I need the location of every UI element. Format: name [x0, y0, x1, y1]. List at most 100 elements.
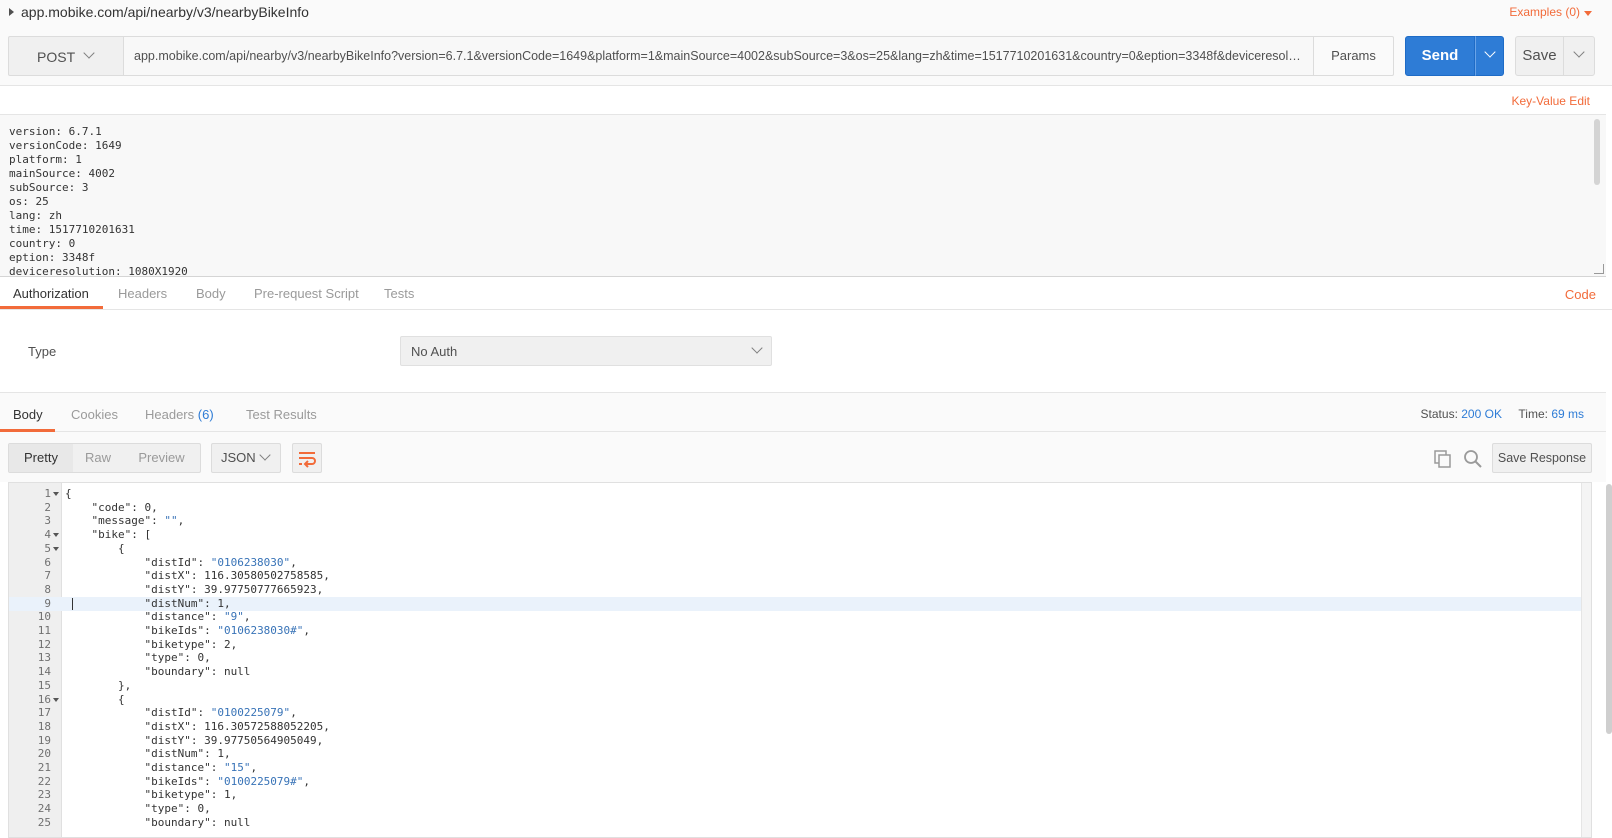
fold-toggle-icon[interactable]	[53, 546, 59, 551]
param-line: country: 0	[9, 237, 76, 250]
params-bulk-editor[interactable]: version: 6.7.1 versionCode: 1649 platform:…	[0, 114, 1606, 277]
tab-body[interactable]: Body	[196, 286, 226, 301]
fold-toggle-icon[interactable]	[53, 533, 59, 538]
param-line: versionCode: 1649	[9, 139, 122, 152]
code-text: "distY": 39.97750777665923,	[65, 582, 324, 596]
resize-handle-icon[interactable]	[1594, 264, 1604, 274]
code-line: 24 "type": 0,	[9, 802, 1585, 816]
code-line: 9 "distNum": 1,	[9, 596, 1585, 611]
code-line: 18 "distX": 116.30572588052205,	[9, 720, 1585, 734]
examples-caret-icon[interactable]	[1584, 11, 1592, 16]
save-button[interactable]: Save	[1515, 36, 1564, 76]
line-number: 8	[44, 582, 51, 596]
save-options-button[interactable]	[1563, 36, 1595, 76]
key-value-edit-link[interactable]: Key-Value Edit	[1512, 94, 1591, 108]
examples-dropdown[interactable]: Examples (0)	[1509, 5, 1580, 19]
code-line: 21 "distance": "15",	[9, 761, 1585, 775]
chevron-down-icon	[83, 47, 95, 59]
code-scrollbar[interactable]	[1581, 483, 1591, 837]
param-line: version: 6.7.1	[9, 125, 102, 138]
code-text: "distId": "0106238030",	[65, 555, 297, 569]
active-tab-indicator	[0, 306, 103, 309]
code-text: "distY": 39.97750564905049,	[65, 733, 324, 747]
view-pretty-button[interactable]: Pretty	[9, 444, 73, 472]
code-line: 22 "bikeIds": "0100225079#",	[9, 775, 1585, 789]
code-text: {	[65, 692, 125, 706]
tab-tests[interactable]: Tests	[384, 286, 414, 301]
code-text: {	[65, 487, 72, 500]
line-number: 10	[37, 610, 51, 624]
line-number: 14	[37, 665, 51, 679]
code-text: "distNum": 1,	[65, 747, 231, 761]
status-value: 200 OK	[1461, 407, 1502, 421]
wrap-lines-button[interactable]	[292, 443, 322, 473]
text-cursor	[72, 597, 73, 610]
line-number: 3	[44, 514, 51, 528]
request-tabs: Authorization Headers Body Pre-request S…	[0, 277, 1612, 310]
code-link[interactable]: Code	[1565, 287, 1596, 302]
expand-caret-icon[interactable]	[9, 8, 14, 16]
auth-type-select[interactable]: No Auth	[400, 336, 772, 366]
code-text: "bike": [	[65, 528, 152, 542]
tab-cookies[interactable]: Cookies	[71, 407, 118, 422]
search-icon[interactable]	[1463, 449, 1483, 469]
line-number: 7	[44, 569, 51, 583]
params-button[interactable]: Params	[1313, 36, 1394, 76]
code-text: "distance": "15",	[65, 761, 258, 774]
line-number: 2	[44, 500, 51, 514]
code-text: "message": "",	[65, 514, 185, 528]
method-select[interactable]: POST	[8, 36, 124, 76]
line-number: 13	[37, 651, 51, 665]
line-number: 1	[44, 487, 51, 500]
line-number: 25	[37, 815, 51, 829]
line-number: 12	[37, 637, 51, 651]
tab-headers[interactable]: Headers	[118, 286, 167, 301]
chevron-down-icon	[1573, 46, 1585, 58]
code-text: "distX": 116.30580502758585,	[65, 569, 330, 583]
line-number: 15	[37, 678, 51, 692]
view-preview-button[interactable]: Preview	[123, 444, 200, 472]
code-text: "boundary": null	[65, 665, 251, 679]
format-select[interactable]: JSON	[211, 443, 281, 473]
code-text: "type": 0,	[65, 802, 211, 816]
send-button[interactable]: Send	[1405, 36, 1475, 76]
tab-response-headers[interactable]: Headers (6)	[145, 407, 214, 422]
response-tabs: Body Cookies Headers (6) Test Results St…	[0, 392, 1606, 432]
code-text: "boundary": null	[65, 815, 251, 829]
param-line: subSource: 3	[9, 181, 89, 194]
fold-toggle-icon[interactable]	[53, 492, 59, 496]
param-line: eption: 3348f	[9, 251, 96, 264]
fold-toggle-icon[interactable]	[53, 697, 59, 702]
code-text: "distNum": 1,	[65, 596, 231, 610]
code-line: 13 "type": 0,	[9, 651, 1585, 665]
tab-pre-request-script[interactable]: Pre-request Script	[254, 286, 359, 301]
line-number: 4	[44, 528, 51, 542]
auth-type-value: No Auth	[411, 344, 458, 359]
response-status: Status: 200 OK Time: 69 ms	[1421, 407, 1584, 421]
line-number: 16	[37, 692, 51, 706]
params-bulk-text[interactable]: version: 6.7.1 versionCode: 1649 platform:…	[9, 125, 188, 276]
copy-icon[interactable]	[1434, 450, 1452, 468]
code-line: 16 {	[9, 693, 1585, 707]
tab-authorization[interactable]: Authorization	[13, 286, 89, 301]
tab-test-results[interactable]: Test Results	[246, 407, 317, 422]
line-number: 19	[37, 733, 51, 747]
param-line: platform: 1	[9, 153, 82, 166]
code-line: 4 "bike": [	[9, 528, 1585, 542]
line-number: 18	[37, 719, 51, 733]
bulk-editor-scrollbar[interactable]	[1594, 119, 1600, 185]
request-title[interactable]: app.mobike.com/api/nearby/v3/nearbyBikeI…	[21, 4, 309, 20]
code-text: "distX": 116.30572588052205,	[65, 719, 330, 733]
save-response-button[interactable]: Save Response	[1492, 443, 1592, 473]
send-options-button[interactable]	[1475, 36, 1504, 76]
view-raw-button[interactable]: Raw	[73, 444, 123, 472]
url-input[interactable]: app.mobike.com/api/nearby/v3/nearbyBikeI…	[124, 36, 1314, 76]
page-scrollbar[interactable]	[1606, 484, 1612, 734]
code-text: "type": 0,	[65, 651, 211, 665]
response-body-editor[interactable]: 1{2 "code": 0, 3 "message": "", 4 "bike": …	[8, 482, 1592, 838]
param-line: time: 1517710201631	[9, 223, 135, 236]
tab-response-body[interactable]: Body	[13, 407, 43, 422]
code-text: "distId": "0100225079",	[65, 706, 297, 720]
url-bar: POST app.mobike.com/api/nearby/v3/nearby…	[0, 26, 1612, 86]
line-number: 23	[37, 788, 51, 802]
